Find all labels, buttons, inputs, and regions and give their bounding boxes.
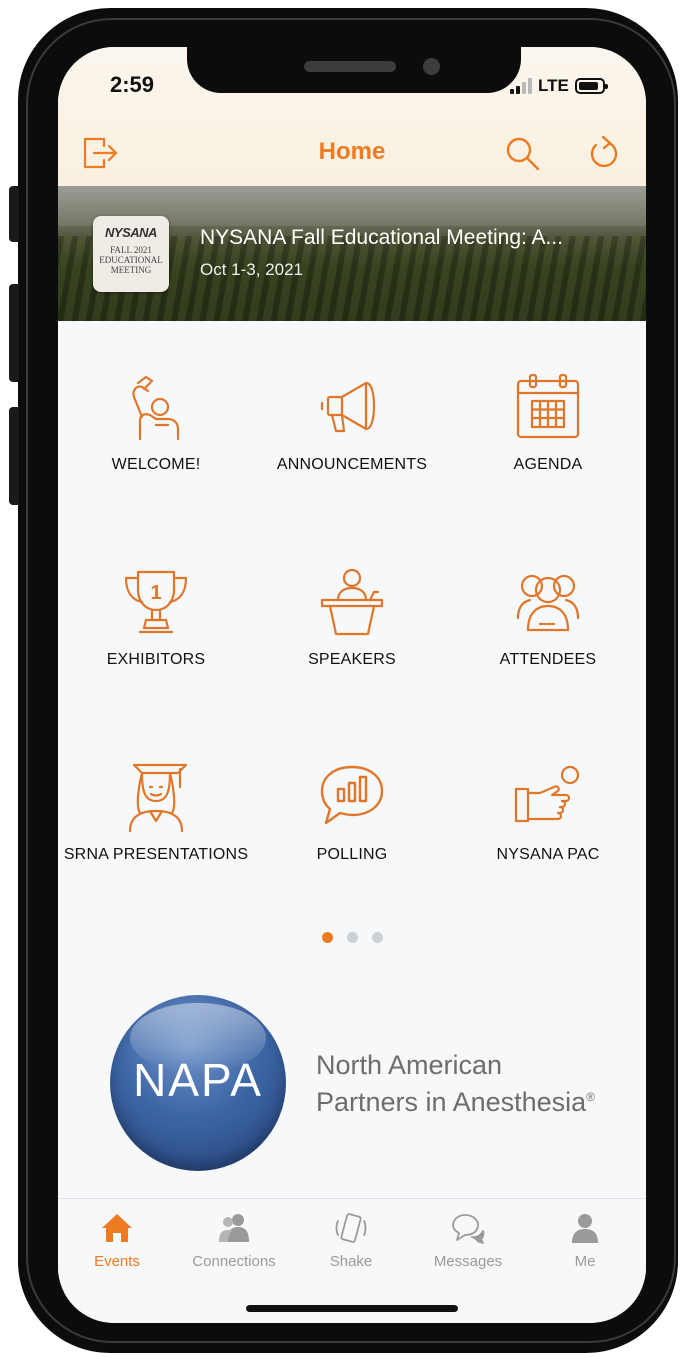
people-icon bbox=[217, 1211, 251, 1245]
sponsor-name[interactable]: North American Partners in Anesthesia® bbox=[316, 1049, 595, 1118]
mute-switch bbox=[9, 186, 19, 242]
sponsor-logo[interactable]: NAPA bbox=[110, 995, 286, 1171]
tab-messages[interactable]: Messages bbox=[409, 1211, 527, 1271]
tile-speakers[interactable]: SPEAKERS bbox=[254, 566, 450, 696]
home-indicator[interactable] bbox=[246, 1305, 458, 1312]
tile-nysana-pac[interactable]: NYSANA PAC bbox=[450, 761, 646, 891]
status-time: 2:59 bbox=[110, 72, 155, 97]
tile-label: EXHIBITORS bbox=[106, 651, 206, 668]
event-dates: Oct 1-3, 2021 bbox=[200, 260, 304, 279]
tile-polling[interactable]: POLLING bbox=[254, 761, 450, 891]
tab-me[interactable]: Me bbox=[526, 1211, 644, 1271]
welcome-wave-icon bbox=[120, 371, 192, 443]
svg-text:1: 1 bbox=[150, 582, 161, 604]
podium-speaker-icon bbox=[316, 566, 388, 638]
event-title: NYSANA Fall Educational Meeting: A... bbox=[200, 226, 564, 249]
graduate-icon bbox=[120, 761, 192, 833]
tile-announcements[interactable]: ANNOUNCEMENTS bbox=[254, 371, 450, 501]
tile-label: SPEAKERS bbox=[308, 651, 396, 668]
battery-icon bbox=[574, 78, 608, 94]
event-banner[interactable]: NYSANA FALL 2021 EDUCATIONAL MEETING NYS… bbox=[58, 186, 646, 321]
tab-events[interactable]: Events bbox=[58, 1211, 176, 1271]
phone-shake-icon bbox=[334, 1211, 368, 1245]
pointing-hand-icon bbox=[512, 761, 584, 833]
tile-label: SRNA PRESENTATIONS bbox=[63, 846, 249, 863]
device-notch bbox=[187, 47, 521, 93]
home-icon bbox=[100, 1211, 134, 1245]
tab-shake[interactable]: Shake bbox=[292, 1211, 410, 1271]
tab-connections[interactable]: Connections bbox=[175, 1211, 293, 1271]
network-label: LTE bbox=[538, 76, 569, 95]
search-icon[interactable] bbox=[502, 133, 542, 173]
megaphone-icon bbox=[316, 371, 388, 443]
tile-label: NYSANA PAC bbox=[496, 846, 600, 863]
tile-label: ANNOUNCEMENTS bbox=[276, 456, 428, 473]
tile-attendees[interactable]: ATTENDEES bbox=[450, 566, 646, 696]
poll-bubble-icon bbox=[316, 761, 388, 833]
chat-bubbles-icon bbox=[451, 1211, 485, 1245]
calendar-icon bbox=[512, 371, 584, 443]
tile-exhibitors[interactable]: 1 EXHIBITORS bbox=[58, 566, 254, 696]
people-group-icon bbox=[512, 566, 584, 638]
app-screen: 2:59 LTE Home NYSANA FALL 2021 EDUCATION… bbox=[58, 47, 646, 1323]
tile-label: WELCOME! bbox=[111, 456, 201, 473]
volume-up-button bbox=[9, 284, 19, 382]
page-indicator[interactable] bbox=[58, 932, 646, 943]
page-dot[interactable] bbox=[346, 932, 358, 943]
tile-label: AGENDA bbox=[513, 456, 583, 473]
person-icon bbox=[568, 1211, 602, 1245]
tile-label: ATTENDEES bbox=[499, 651, 597, 668]
page-title: Home bbox=[318, 138, 386, 165]
tab-bar: Events Connections Shake Messages Me bbox=[58, 1198, 646, 1323]
page-dot[interactable] bbox=[371, 932, 383, 943]
tile-label: POLLING bbox=[316, 846, 388, 863]
status-indicators: LTE bbox=[510, 75, 608, 97]
event-logo: NYSANA FALL 2021 EDUCATIONAL MEETING bbox=[93, 216, 169, 292]
trophy-icon: 1 bbox=[120, 566, 192, 638]
tile-srna-presentations[interactable]: SRNA PRESENTATIONS bbox=[58, 761, 254, 891]
volume-down-button bbox=[9, 407, 19, 505]
page-dot[interactable] bbox=[321, 932, 333, 943]
refresh-icon[interactable] bbox=[584, 133, 624, 173]
tile-welcome[interactable]: WELCOME! bbox=[58, 371, 254, 501]
tile-agenda[interactable]: AGENDA bbox=[450, 371, 646, 501]
